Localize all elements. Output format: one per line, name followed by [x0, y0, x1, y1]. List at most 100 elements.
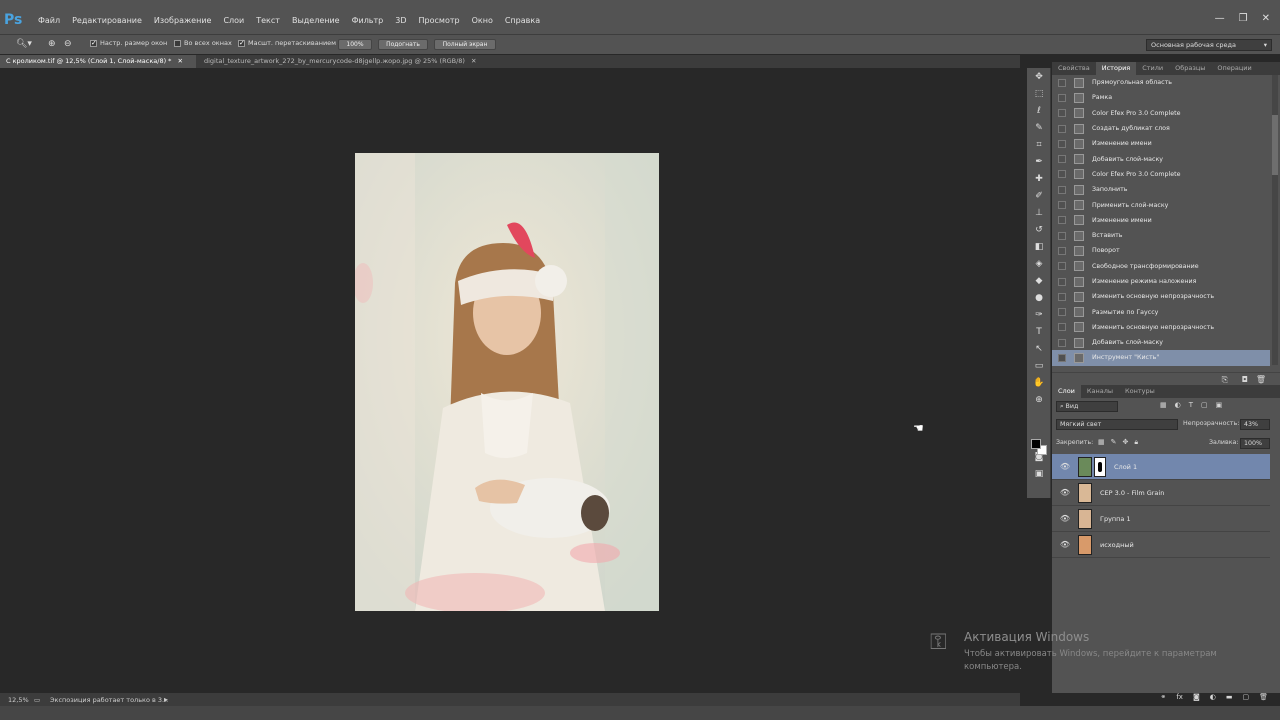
fullscreen-button[interactable]: Полный экран	[434, 39, 496, 50]
resize-windows-checkbox[interactable]	[90, 39, 97, 47]
all-windows-checkbox[interactable]	[174, 39, 181, 47]
layer-thumbnail[interactable]	[1078, 482, 1092, 503]
history-item[interactable]: Добавить слой-маску	[1052, 335, 1270, 350]
lock-all-icon[interactable]: 🔒︎	[1134, 438, 1138, 447]
history-item[interactable]: Изменение режима наложения	[1052, 274, 1270, 289]
history-brush-tool-icon[interactable]: ↺	[1027, 221, 1051, 238]
history-item[interactable]: Рамка	[1052, 90, 1270, 105]
layer-row[interactable]: 👁︎ Группа 1	[1052, 506, 1270, 532]
canvas-area[interactable]: ☚	[0, 68, 1020, 693]
marquee-tool-icon[interactable]: ⬚	[1027, 85, 1051, 102]
tab-history[interactable]: История	[1095, 62, 1137, 75]
layer-style-icon[interactable]: fx	[1176, 693, 1183, 706]
layer-row[interactable]: 👁︎ исходный	[1052, 532, 1270, 558]
history-source-checkbox[interactable]	[1058, 231, 1066, 240]
move-tool-icon[interactable]: ✥	[1027, 68, 1051, 85]
camera-snapshot-icon[interactable]: ◘	[1242, 375, 1248, 384]
history-source-checkbox[interactable]	[1058, 338, 1066, 347]
history-source-checkbox[interactable]	[1058, 155, 1066, 164]
history-item[interactable]: Добавить слой-маску	[1052, 151, 1270, 166]
history-source-checkbox[interactable]	[1058, 262, 1066, 271]
layer-name[interactable]: CEP 3.0 - Film Grain	[1100, 489, 1164, 497]
menu-view[interactable]: Просмотр	[413, 16, 466, 25]
history-item[interactable]: Применить слой-маску	[1052, 197, 1270, 212]
menu-file[interactable]: Файл	[32, 16, 66, 25]
status-arrow-icon[interactable]: ▸	[164, 695, 168, 704]
menu-select[interactable]: Выделение	[286, 16, 346, 25]
resize-windows-option[interactable]: Настр. размер окон	[90, 39, 167, 47]
layer-thumbnail[interactable]	[1078, 508, 1092, 529]
link-layers-icon[interactable]: ⚭	[1160, 693, 1166, 706]
foreground-color-swatch[interactable]	[1031, 439, 1041, 449]
history-source-checkbox[interactable]	[1058, 78, 1066, 87]
blend-mode-select[interactable]: Мягкий свет	[1056, 419, 1178, 430]
eraser-tool-icon[interactable]: ◧	[1027, 238, 1051, 255]
tab-close-icon[interactable]: ✕	[471, 57, 476, 65]
menu-3d[interactable]: 3D	[389, 16, 412, 25]
menu-type[interactable]: Текст	[250, 16, 286, 25]
menu-image[interactable]: Изображение	[148, 16, 218, 25]
scrubby-zoom-option[interactable]: Масшт. перетаскиванием	[238, 39, 336, 47]
stamp-tool-icon[interactable]: ⊥	[1027, 204, 1051, 221]
history-source-checkbox[interactable]	[1058, 216, 1066, 225]
history-source-checkbox[interactable]	[1058, 308, 1066, 317]
tab-channels[interactable]: Каналы	[1081, 385, 1119, 398]
zoom-out-icon[interactable]: ⊖	[64, 39, 72, 49]
healing-tool-icon[interactable]: ✚	[1027, 170, 1051, 187]
dodge-tool-icon[interactable]: ●	[1027, 289, 1051, 306]
filter-type-icon[interactable]: T	[1189, 401, 1193, 409]
tab-actions[interactable]: Операции	[1211, 62, 1257, 75]
screen-mode-icon[interactable]: ▣	[1027, 465, 1051, 482]
type-tool-icon[interactable]: T	[1027, 323, 1051, 340]
zoom-100-button[interactable]: 100%	[338, 39, 372, 50]
filter-pixel-icon[interactable]: ▦	[1160, 401, 1167, 409]
tab-styles[interactable]: Стили	[1136, 62, 1169, 75]
history-source-checkbox[interactable]	[1058, 139, 1066, 148]
workspace-select[interactable]: Основная рабочая среда	[1146, 39, 1272, 51]
opacity-input[interactable]: 43%	[1240, 419, 1270, 430]
new-document-from-state-icon[interactable]: ⎘	[1222, 375, 1228, 385]
visibility-eye-icon[interactable]: 👁︎	[1058, 488, 1072, 497]
history-item[interactable]: Поворот	[1052, 243, 1270, 258]
layer-thumbnail[interactable]	[1078, 534, 1092, 555]
zoom-tool-icon[interactable]: ⊕	[1027, 391, 1051, 408]
adjustment-layer-icon[interactable]: ◐	[1210, 693, 1216, 706]
history-scrollbar[interactable]	[1272, 75, 1278, 365]
tab-document-2[interactable]: digital_texture_artwork_272_by_mercuryco…	[198, 55, 498, 68]
history-item[interactable]: Создать дубликат слоя	[1052, 121, 1270, 136]
history-item[interactable]: Изменение имени	[1052, 213, 1270, 228]
lasso-tool-icon[interactable]: ℓ	[1027, 102, 1051, 119]
history-item[interactable]: Прямоугольная область	[1052, 75, 1270, 90]
history-source-checkbox[interactable]	[1058, 353, 1066, 362]
scrubby-zoom-checkbox[interactable]	[238, 39, 245, 47]
fit-screen-button[interactable]: Подогнать	[378, 39, 428, 50]
layer-mask-thumbnail[interactable]	[1094, 456, 1106, 477]
eyedropper-tool-icon[interactable]: ✒	[1027, 153, 1051, 170]
crop-tool-icon[interactable]: ⌗	[1027, 136, 1051, 153]
history-source-checkbox[interactable]	[1058, 246, 1066, 255]
history-item[interactable]: Свободное трансформирование	[1052, 259, 1270, 274]
status-menu-icon[interactable]: ▭	[34, 696, 40, 704]
lock-paint-icon[interactable]: ✎	[1111, 438, 1117, 447]
hand-tool-icon[interactable]: ✋	[1027, 374, 1051, 391]
layer-thumbnail[interactable]	[1078, 456, 1092, 477]
brush-tool-icon[interactable]: ✐	[1027, 187, 1051, 204]
history-item[interactable]: Размытие по Гауссу	[1052, 304, 1270, 319]
shape-tool-icon[interactable]: ▭	[1027, 357, 1051, 374]
filter-smart-icon[interactable]: ▣	[1216, 401, 1223, 409]
close-button[interactable]: ✕	[1262, 13, 1270, 24]
history-item[interactable]: Изменение имени	[1052, 136, 1270, 151]
layer-filter-select[interactable]: ⌕ Вид	[1056, 401, 1118, 412]
history-source-checkbox[interactable]	[1058, 185, 1066, 194]
visibility-eye-icon[interactable]: 👁︎	[1058, 462, 1072, 471]
history-item[interactable]: Изменить основную непрозрачность	[1052, 320, 1270, 335]
history-source-checkbox[interactable]	[1058, 277, 1066, 286]
trash-icon[interactable]: 🗑︎	[1256, 375, 1266, 384]
layer-name[interactable]: Группа 1	[1100, 515, 1131, 523]
history-source-checkbox[interactable]	[1058, 323, 1066, 332]
tab-properties[interactable]: Свойства	[1052, 62, 1096, 75]
history-item[interactable]: Изменить основную непрозрачность	[1052, 289, 1270, 304]
restore-button[interactable]: ❐	[1239, 13, 1248, 24]
zoom-tool-icon[interactable]: 🔍︎▾	[16, 39, 32, 49]
new-group-icon[interactable]: ▬	[1226, 693, 1233, 706]
